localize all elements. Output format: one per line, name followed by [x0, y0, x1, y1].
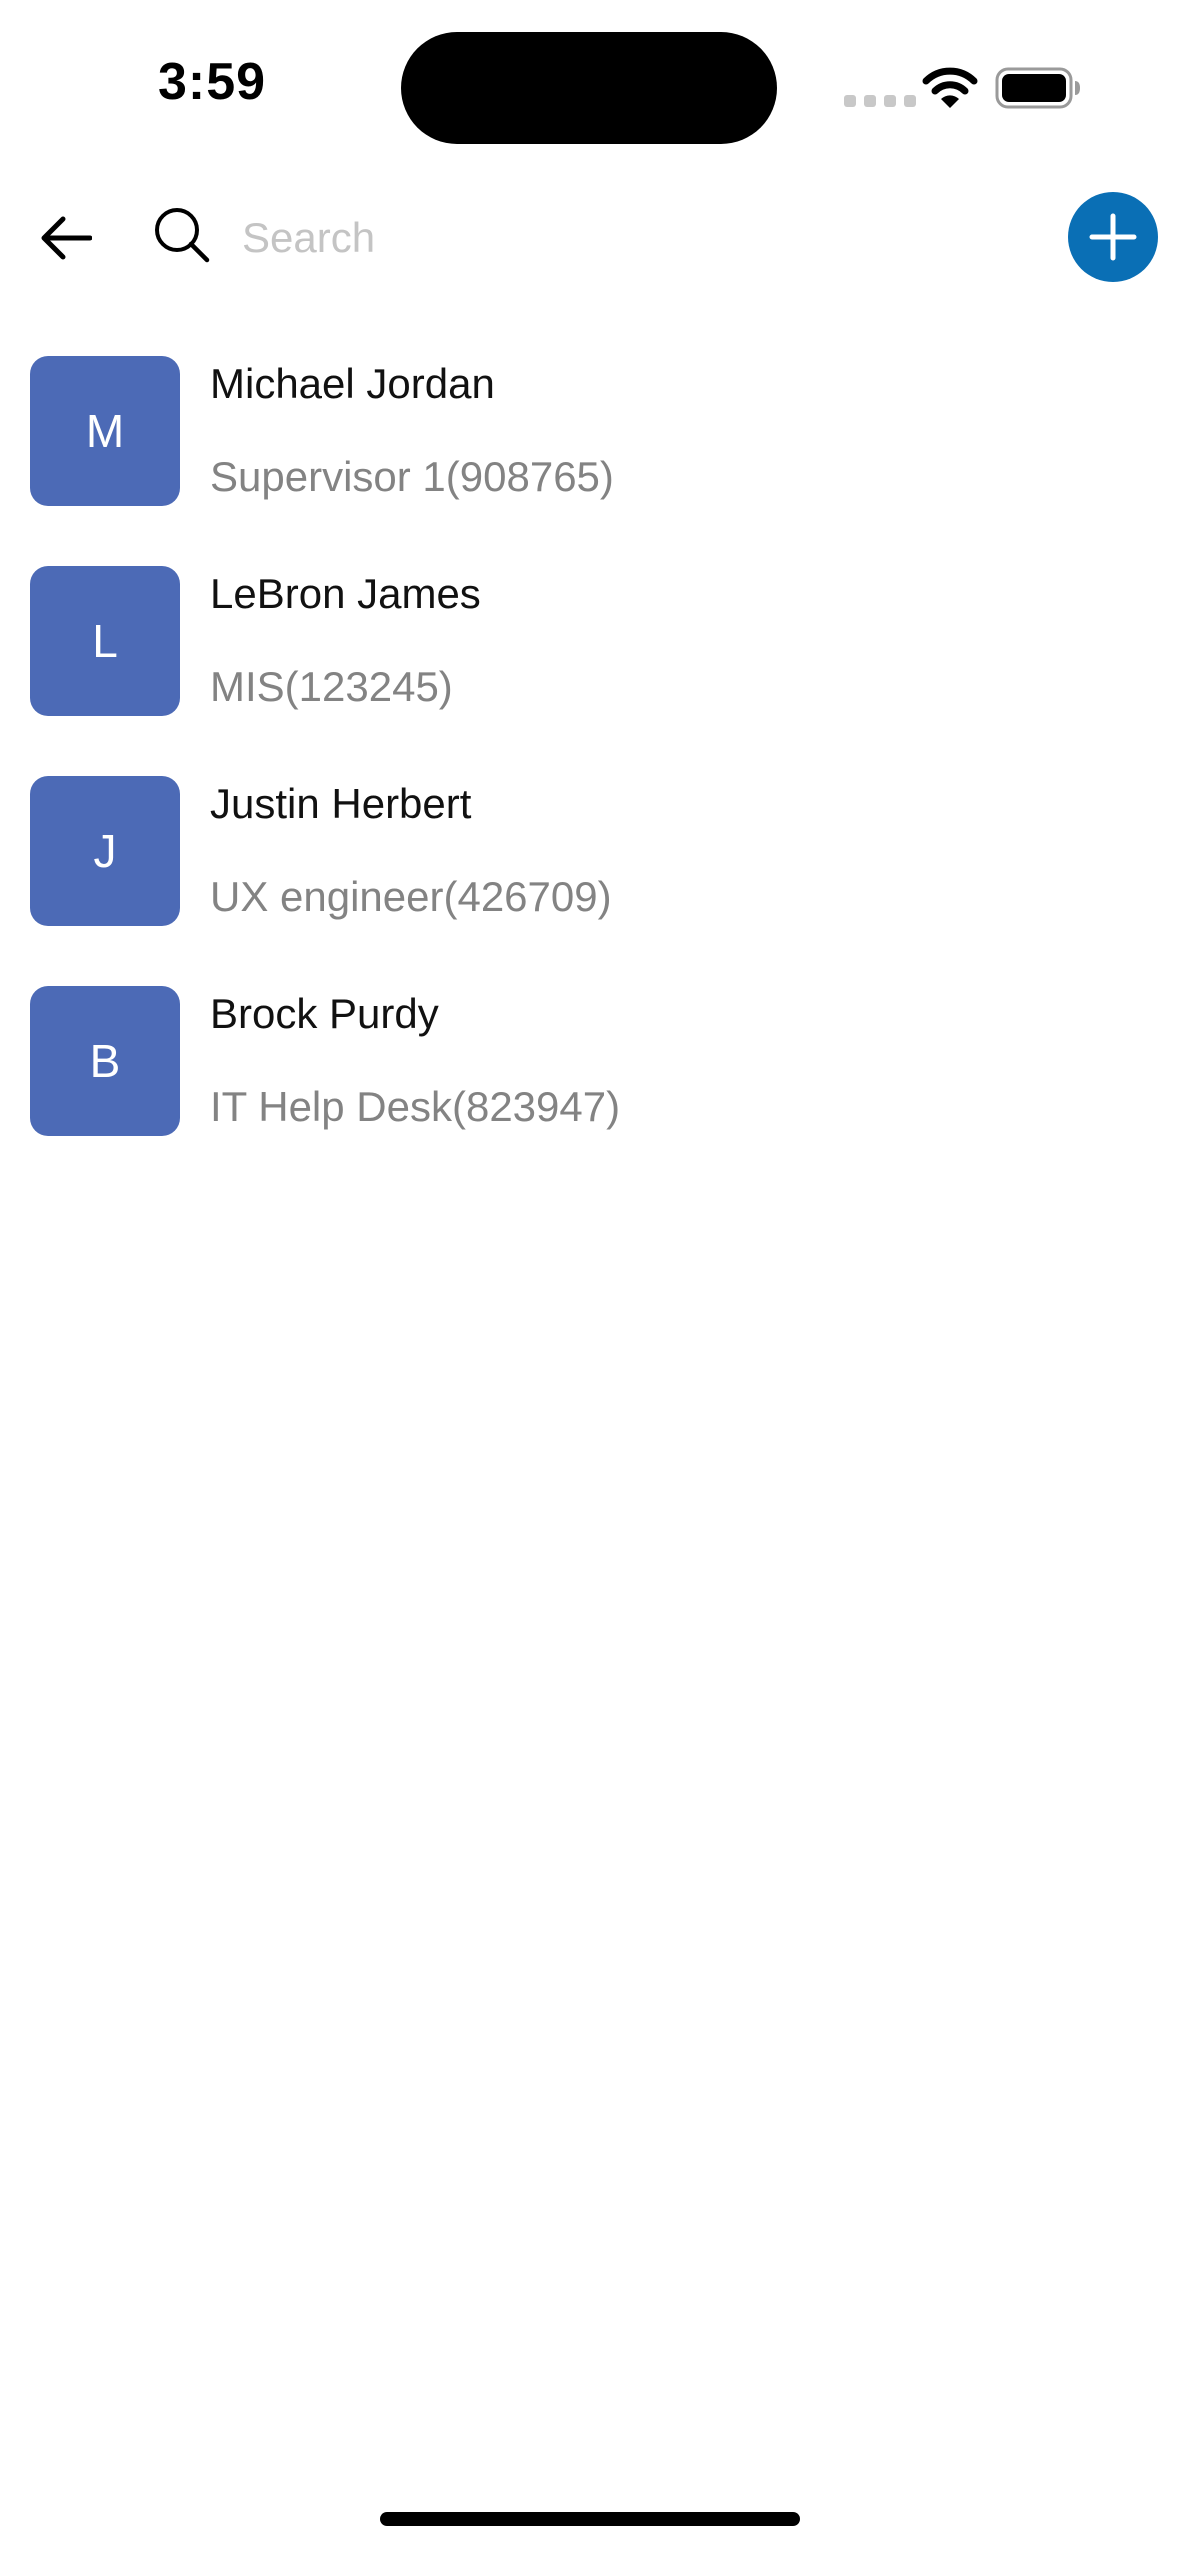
contact-row[interactable]: M Michael Jordan Supervisor 1(908765) [0, 356, 1179, 566]
contact-role: MIS(123245) [210, 663, 453, 710]
contact-row[interactable]: J Justin Herbert UX engineer(426709) [0, 776, 1179, 986]
home-indicator [380, 2512, 800, 2526]
avatar: L [30, 566, 180, 716]
contact-name: Brock Purdy [210, 990, 439, 1037]
status-time: 3:59 [158, 53, 267, 111]
back-button[interactable] [28, 200, 104, 276]
avatar: M [30, 356, 180, 506]
contact-role: UX engineer(426709) [210, 873, 612, 920]
arrow-left-icon [41, 216, 92, 260]
contact-role: IT Help Desk(823947) [210, 1083, 621, 1130]
signal-dots-icon [844, 95, 916, 107]
contact-name: LeBron James [210, 570, 481, 617]
dynamic-island [401, 32, 777, 144]
wifi-icon [922, 66, 978, 115]
avatar: B [30, 986, 180, 1136]
contact-list: M Michael Jordan Supervisor 1(908765) L … [0, 356, 1179, 1196]
contact-name: Justin Herbert [210, 780, 472, 827]
plus-icon [1089, 213, 1137, 261]
contact-row[interactable]: L LeBron James MIS(123245) [0, 566, 1179, 776]
contact-name: Michael Jordan [210, 360, 495, 407]
contact-role: Supervisor 1(908765) [210, 453, 614, 500]
add-contact-button[interactable] [1068, 192, 1158, 282]
search-icon [152, 205, 212, 270]
avatar: J [30, 776, 180, 926]
search-input[interactable] [242, 200, 1022, 276]
contact-row[interactable]: B Brock Purdy IT Help Desk(823947) [0, 986, 1179, 1196]
battery-icon [995, 66, 1081, 115]
